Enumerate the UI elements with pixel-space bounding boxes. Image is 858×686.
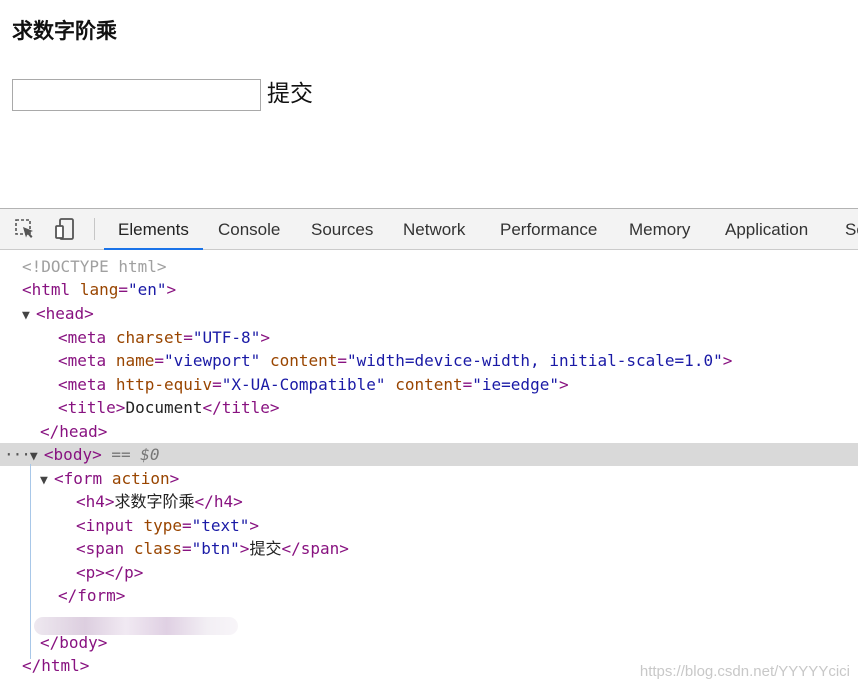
tab-security-truncated[interactable]: Se: [845, 209, 858, 250]
meta-charset-value: "UTF-8": [192, 328, 261, 347]
input-attr: type: [143, 516, 182, 535]
input-attr-value: "text": [191, 516, 250, 535]
dom-line-html[interactable]: <html lang="en">: [0, 278, 858, 301]
dom-line-form-close[interactable]: </form>: [0, 584, 858, 607]
dom-line-body-close[interactable]: </body>: [0, 631, 858, 654]
html-tag: html: [31, 280, 71, 299]
head-close-tag: head: [59, 422, 98, 441]
more-actions-icon[interactable]: ···: [4, 445, 31, 464]
doctype-text: <!DOCTYPE html>: [22, 257, 167, 276]
form-close-tag: form: [77, 586, 116, 605]
rendered-page: 求数字阶乘 提交: [0, 0, 858, 208]
meta-viewport-val1: "viewport": [163, 351, 261, 370]
dom-line-head[interactable]: ▼ <head>: [0, 302, 858, 325]
tab-sources[interactable]: Sources: [311, 209, 373, 250]
body-tag: body: [53, 445, 93, 464]
html-close-tag: html: [41, 656, 80, 675]
dom-line-span[interactable]: <span class="btn">提交</span>: [0, 537, 858, 560]
dom-line-head-close[interactable]: </head>: [0, 420, 858, 443]
elements-dom-tree: <!DOCTYPE html> <html lang="en"> ▼ <head>…: [0, 250, 858, 686]
dom-line-meta-charset[interactable]: <meta charset="UTF-8">: [0, 326, 858, 349]
html-attr-name: lang: [79, 280, 119, 299]
tab-network[interactable]: Network: [403, 209, 465, 250]
meta-charset-attr: charset: [115, 328, 184, 347]
dom-line-p[interactable]: <p></p>: [0, 561, 858, 584]
html-attr-value: "en": [127, 280, 167, 299]
expand-triangle-icon[interactable]: ▼: [40, 469, 54, 492]
selection-marker: == $0: [111, 445, 160, 464]
devtools-panel: Elements Console Sources Network Perform…: [0, 208, 858, 686]
head-tag: head: [45, 304, 85, 323]
submit-button[interactable]: 提交: [267, 78, 313, 110]
number-input[interactable]: [12, 79, 261, 111]
tab-elements[interactable]: Elements: [104, 209, 203, 250]
inspect-element-icon[interactable]: [13, 217, 37, 241]
dom-line-body-selected[interactable]: ···▼ <body> == $0: [0, 443, 858, 466]
toolbar-separator: [94, 218, 95, 240]
dom-line-form[interactable]: ▼ <form action>: [0, 467, 858, 490]
meta-compat-val1: "X-UA-Compatible": [221, 375, 386, 394]
dom-line-title[interactable]: <title>Document</title>: [0, 396, 858, 419]
span-attr: class: [133, 539, 182, 558]
body-close-tag: body: [59, 633, 98, 652]
dom-line-meta-compat[interactable]: <meta http-equiv="X-UA-Compatible" conte…: [0, 373, 858, 396]
h4-text: 求数字阶乘: [114, 492, 195, 511]
tab-console[interactable]: Console: [218, 209, 280, 250]
meta-viewport-val2: "width=device-width, initial-scale=1.0": [347, 351, 723, 370]
expand-triangle-icon[interactable]: ▼: [22, 304, 36, 327]
dom-line-doctype[interactable]: <!DOCTYPE html>: [0, 255, 858, 278]
device-toolbar-icon[interactable]: [53, 217, 77, 241]
dom-line-input[interactable]: <input type="text">: [0, 514, 858, 537]
expand-triangle-icon[interactable]: ▼: [30, 445, 44, 468]
span-attr-value: "btn": [191, 539, 240, 558]
meta-compat-attr1: http-equiv: [115, 375, 213, 394]
span-text: 提交: [249, 539, 282, 558]
tab-performance[interactable]: Performance: [500, 209, 597, 250]
meta-viewport-attr1: name: [115, 351, 155, 370]
tab-application[interactable]: Application: [725, 209, 808, 250]
tab-memory[interactable]: Memory: [629, 209, 690, 250]
watermark: https://blog.csdn.net/YYYYYcici: [639, 663, 850, 680]
meta-compat-val2: "ie=edge": [472, 375, 559, 394]
devtools-toolbar: Elements Console Sources Network Perform…: [0, 209, 858, 250]
form-attr: action: [111, 469, 170, 488]
meta-compat-attr2: content: [395, 375, 463, 394]
form-tag: form: [63, 469, 103, 488]
page-heading: 求数字阶乘: [12, 19, 117, 43]
title-text: Document: [125, 398, 203, 417]
dom-line-meta-viewport[interactable]: <meta name="viewport" content="width=dev…: [0, 349, 858, 372]
meta-viewport-attr2: content: [269, 351, 338, 370]
dom-line-h4[interactable]: <h4>求数字阶乘</h4>: [0, 490, 858, 513]
